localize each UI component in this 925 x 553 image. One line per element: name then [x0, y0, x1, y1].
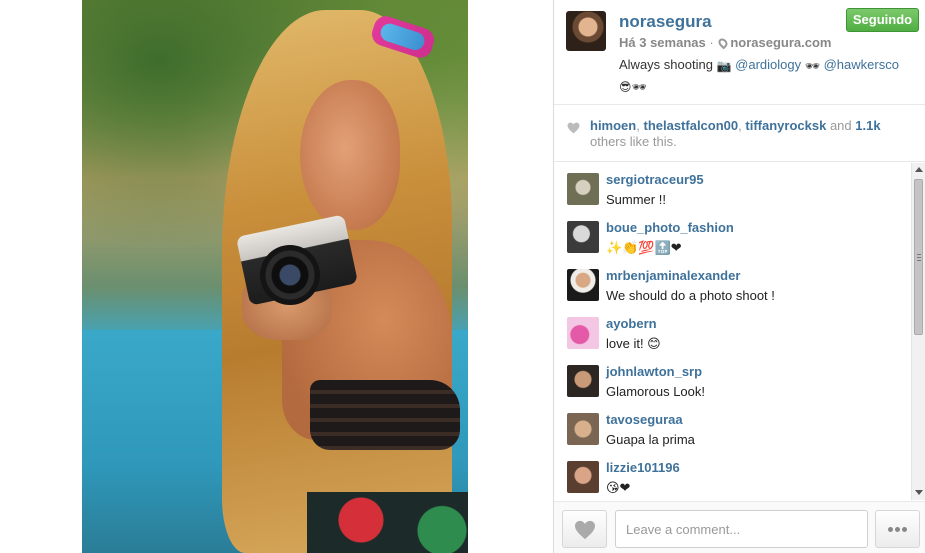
post-meta: Há 3 semanas · norasegura.com — [619, 35, 831, 50]
liker-link[interactable]: thelastfalcon00 — [643, 118, 738, 133]
comment-text: love it! 😊 — [606, 336, 661, 351]
heart-icon — [567, 122, 580, 134]
post-photo[interactable] — [82, 0, 468, 553]
comment-avatar[interactable] — [567, 461, 599, 493]
comment-bar — [554, 501, 925, 553]
comments-scrollbar[interactable] — [911, 163, 925, 500]
comment-item: boue_photo_fashion ✨👏💯🔝❤ — [554, 211, 925, 259]
likes-count[interactable]: 1.1k — [855, 118, 880, 133]
comment-text: Glamorous Look! — [606, 384, 705, 399]
post-location-link[interactable]: norasegura.com — [730, 35, 831, 50]
likes-text: himoen, thelastfalcon00, tiffanyrocksk a… — [590, 118, 881, 149]
comment-username[interactable]: boue_photo_fashion — [606, 220, 734, 235]
pin-icon — [716, 36, 730, 50]
comment-input[interactable] — [615, 510, 868, 548]
post-photo-area — [0, 0, 553, 553]
comment-text: ✨👏💯🔝❤ — [606, 240, 682, 255]
camera-icon: 📷 — [716, 59, 732, 73]
like-button[interactable] — [562, 510, 607, 548]
comment-item: mrbenjaminalexander We should do a photo… — [554, 259, 925, 307]
comment-avatar[interactable] — [567, 365, 599, 397]
comment-item: tavoseguraa Guapa la prima — [554, 403, 925, 451]
caption-mention-ardiology[interactable]: @ardiology — [735, 57, 801, 72]
comment-username[interactable]: johnlawton_srp — [606, 364, 702, 379]
photo-subject-face — [300, 80, 400, 230]
comment-item: lizzie101196 😘❤ — [554, 451, 925, 499]
comment-avatar[interactable] — [567, 413, 599, 445]
post-caption: Always shooting 📷 @ardiology 🕶 @hawkersc… — [619, 55, 919, 97]
caption-mention-hawkersco[interactable]: @hawkersco — [824, 57, 899, 72]
comment-item: ayobern love it! 😊 — [554, 307, 925, 355]
comment-avatar[interactable] — [567, 221, 599, 253]
post-username[interactable]: norasegura — [619, 12, 712, 32]
photo-subject-skirt — [307, 492, 468, 553]
grip-icon — [917, 254, 921, 262]
comment-avatar[interactable] — [567, 173, 599, 205]
meta-separator: · — [709, 35, 714, 50]
comment-text: Summer !! — [606, 192, 666, 207]
post-details-panel: norasegura Seguindo Há 3 semanas · noras… — [553, 0, 925, 553]
heart-icon — [575, 520, 595, 540]
photo-camera-lens — [260, 245, 320, 305]
comment-text: Guapa la prima — [606, 432, 695, 447]
likes-summary: himoen, thelastfalcon00, tiffanyrocksk a… — [554, 106, 925, 162]
follow-button[interactable]: Seguindo — [846, 8, 919, 32]
ellipsis-icon — [888, 527, 893, 532]
post-header: norasegura Seguindo Há 3 semanas · noras… — [554, 0, 925, 105]
comment-username[interactable]: ayobern — [606, 316, 657, 331]
caption-text: Always shooting — [619, 57, 713, 72]
sunglasses-icon: 🕶 — [804, 59, 820, 73]
comment-item: johnlawton_srp Glamorous Look! — [554, 355, 925, 403]
comment-text: We should do a photo shoot ! — [606, 288, 775, 303]
comment-username[interactable]: lizzie101196 — [606, 460, 680, 475]
scroll-up-arrow-icon[interactable] — [915, 167, 923, 172]
cool-face-icon: 😎🕶 — [619, 80, 647, 94]
liker-link[interactable]: tiffanyrocksk — [745, 118, 826, 133]
likes-and: and — [829, 118, 852, 133]
scrollbar-thumb[interactable] — [914, 179, 923, 335]
comment-item: sergiotraceur95 Summer !! — [554, 163, 925, 211]
post-timestamp[interactable]: Há 3 semanas — [619, 35, 706, 50]
avatar[interactable] — [566, 11, 606, 51]
scroll-down-arrow-icon[interactable] — [915, 490, 923, 495]
liker-link[interactable]: himoen — [590, 118, 636, 133]
photo-subject-top — [310, 380, 460, 450]
comment-avatar[interactable] — [567, 269, 599, 301]
comment-username[interactable]: sergiotraceur95 — [606, 172, 704, 187]
ellipsis-dot — [895, 527, 900, 532]
comment-username[interactable]: mrbenjaminalexander — [606, 268, 740, 283]
more-options-button[interactable] — [875, 510, 920, 548]
comment-text: 😘❤ — [606, 480, 631, 495]
ellipsis-dot — [902, 527, 907, 532]
likes-tail: others like this. — [590, 134, 677, 149]
comment-username[interactable]: tavoseguraa — [606, 412, 683, 427]
comments-list[interactable]: sergiotraceur95 Summer !! boue_photo_fas… — [554, 163, 925, 500]
comment-avatar[interactable] — [567, 317, 599, 349]
